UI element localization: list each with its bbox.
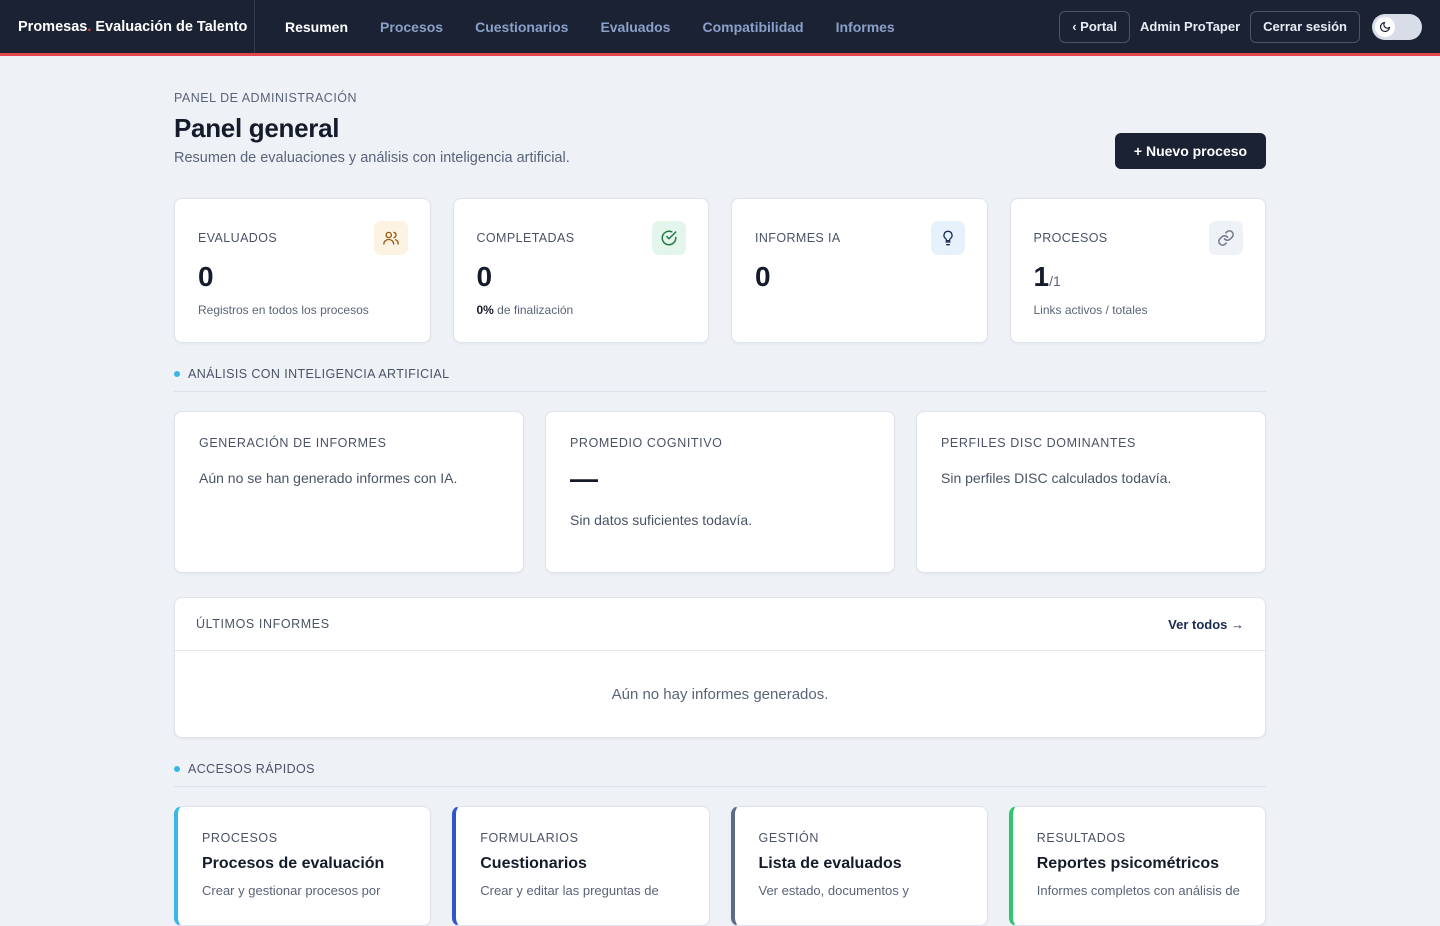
cognitive-value: — [570, 463, 598, 494]
stat-card-informes-ia: INFORMES IA 0 [731, 198, 988, 343]
quick-card-title: Procesos de evaluación [202, 855, 385, 872]
section-bullet [174, 766, 180, 772]
page-subtitle: Resumen de evaluaciones y análisis con i… [174, 150, 570, 166]
nav-evaluados[interactable]: Evaluados [600, 19, 670, 35]
page-title: Panel general [174, 113, 340, 143]
check-circle-icon [652, 221, 686, 255]
main-content: PANEL DE ADMINISTRACIÓN Panel general Re… [174, 56, 1266, 926]
stats-row: EVALUADOS 0 Registros en todos los proce… [174, 198, 1266, 343]
card-text: Sin datos suficientes todavía. [570, 512, 753, 528]
main-nav: Resumen Procesos Cuestionarios Evaluados… [255, 19, 895, 35]
stat-note: Links activos / totales [1033, 303, 1148, 317]
stat-note: Registros en todos los procesos [198, 303, 369, 317]
stat-card-evaluados: EVALUADOS 0 Registros en todos los proce… [174, 198, 431, 343]
completion-text: de finalización [493, 303, 574, 317]
quick-card-desc: Ver estado, documentos y [758, 883, 909, 898]
moon-icon [1375, 16, 1395, 37]
portal-button[interactable]: ‹ Portal [1059, 10, 1130, 43]
card-label: PROMEDIO COGNITIVO [570, 436, 723, 450]
latest-reports-title: ÚLTIMOS INFORMES [196, 617, 330, 631]
nav-procesos[interactable]: Procesos [380, 19, 443, 35]
card-text: Sin perfiles DISC calculados todavía. [941, 470, 1172, 486]
users-icon [373, 221, 408, 255]
quick-card-title: Cuestionarios [480, 855, 587, 872]
stat-value: 0 [198, 261, 214, 292]
quick-card-title: Reportes psicométricos [1036, 855, 1220, 872]
quick-card-label: FORMULARIOS [480, 831, 579, 845]
user-name: Admin ProTaper [1140, 19, 1241, 34]
quick-card-desc: Informes completos con análisis de [1036, 883, 1240, 898]
section-title: ANÁLISIS CON INTELIGENCIA ARTIFICIAL [188, 367, 450, 381]
section-header-ai: ANÁLISIS CON INTELIGENCIA ARTIFICIAL [174, 367, 1266, 392]
brand-logo[interactable]: Promesas. Evaluación de Talento [0, 0, 255, 53]
theme-toggle[interactable] [1372, 13, 1422, 40]
stat-card-completadas: COMPLETADAS 0 0% de finalización [452, 198, 709, 343]
brand-name: Promesas [18, 18, 88, 35]
top-navigation-bar: Promesas. Evaluación de Talento Resumen … [0, 0, 1440, 56]
stat-value: 0 [476, 261, 493, 292]
top-right-actions: ‹ Portal Admin ProTaper Cerrar sesión [1059, 10, 1440, 43]
page-eyebrow: PANEL DE ADMINISTRACIÓN [174, 91, 358, 105]
nav-cuestionarios[interactable]: Cuestionarios [475, 19, 568, 35]
quick-card-reportes[interactable]: RESULTADOS Reportes psicométricos Inform… [1008, 806, 1266, 926]
view-all-link[interactable]: Ver todos → [1168, 617, 1244, 632]
quick-card-desc: Crear y editar las preguntas de [480, 883, 659, 898]
total-processes: /1 [1049, 273, 1061, 289]
card-label: GENERACIÓN DE INFORMES [199, 436, 387, 450]
quick-card-procesos[interactable]: PROCESOS Procesos de evaluación Crear y … [174, 806, 432, 926]
nav-resumen[interactable]: Resumen [285, 19, 348, 35]
card-label: PERFILES DISC DOMINANTES [941, 436, 1136, 450]
quick-card-cuestionarios[interactable]: FORMULARIOS Cuestionarios Crear y editar… [452, 806, 710, 926]
brand-product: Evaluación de Talento [91, 18, 248, 35]
latest-reports-header: ÚLTIMOS INFORMES Ver todos → [175, 598, 1265, 651]
nav-informes[interactable]: Informes [836, 19, 895, 35]
section-title: ACCESOS RÁPIDOS [188, 762, 315, 776]
quick-card-label: PROCESOS [202, 831, 278, 845]
new-process-button[interactable]: + Nuevo proceso [1115, 133, 1266, 169]
section-bullet [174, 371, 180, 377]
ai-card-cognitive: PROMEDIO COGNITIVO — Sin datos suficient… [545, 411, 895, 573]
nav-compatibilidad[interactable]: Compatibilidad [702, 19, 803, 35]
ai-card-disc: PERFILES DISC DOMINANTES Sin perfiles DI… [916, 411, 1266, 573]
link-icon [1209, 221, 1243, 255]
quick-card-desc: Crear y gestionar procesos por [202, 883, 381, 898]
stat-value: 0 [755, 261, 771, 292]
completion-percent: 0% [476, 303, 494, 317]
card-text: Aún no se han generado informes con IA. [199, 470, 458, 486]
stat-card-procesos: PROCESOS 1/1 Links activos / totales [1009, 198, 1266, 343]
quick-card-label: GESTIÓN [758, 831, 819, 845]
empty-state-message: Aún no hay informes generados. [611, 686, 829, 703]
quick-card-label: RESULTADOS [1036, 831, 1126, 845]
lightbulb-icon [930, 221, 965, 255]
active-processes: 1 [1033, 261, 1050, 292]
section-header-quick-access: ACCESOS RÁPIDOS [174, 762, 1266, 787]
ai-cards-row: GENERACIÓN DE INFORMES Aún no se han gen… [174, 411, 1266, 573]
logout-button[interactable]: Cerrar sesión [1250, 10, 1360, 43]
latest-reports-panel: ÚLTIMOS INFORMES Ver todos → Aún no hay … [174, 597, 1266, 738]
quick-access-row: PROCESOS Procesos de evaluación Crear y … [174, 806, 1266, 926]
quick-card-evaluados[interactable]: GESTIÓN Lista de evaluados Ver estado, d… [730, 806, 988, 926]
ai-card-generation: GENERACIÓN DE INFORMES Aún no se han gen… [174, 411, 524, 573]
quick-card-title: Lista de evaluados [758, 855, 902, 872]
stat-note: 0% de finalización [477, 303, 686, 317]
stat-value: 1/1 [1034, 261, 1243, 293]
